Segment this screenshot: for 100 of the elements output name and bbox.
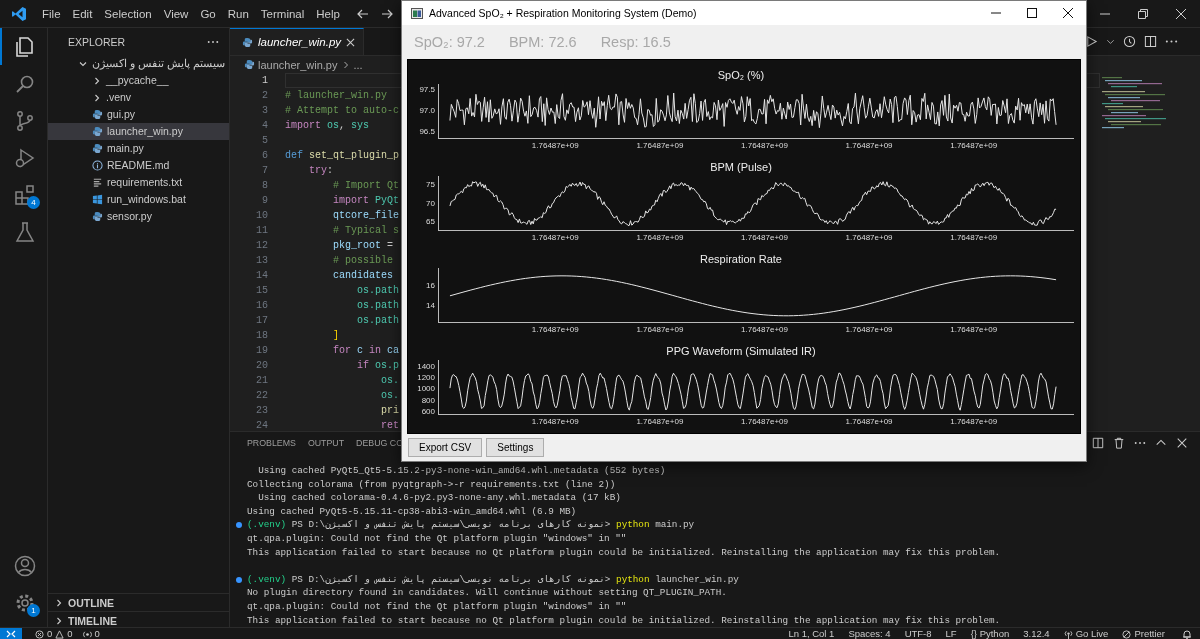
- status-item[interactable]: 3.12.4: [1018, 628, 1055, 639]
- terminal-line: No plugin directory found in candidates. Will continue without setting QT_PLUGIN_PATH.: [247, 586, 728, 600]
- problems-status[interactable]: 0 0: [30, 628, 78, 639]
- text-lines-icon: [92, 177, 103, 188]
- y-tick-label: 70: [426, 198, 435, 209]
- explorer-entry[interactable]: README.md: [48, 157, 229, 174]
- folder-item[interactable]: سیستم پایش تنفس و اکسیژن: [48, 55, 229, 72]
- code-line: pkg_root =: [332, 239, 394, 253]
- menu-item[interactable]: Help: [310, 4, 346, 23]
- x-tick-label: 1.76487e+09: [950, 232, 998, 244]
- split-editor-icon[interactable]: [1144, 35, 1157, 48]
- code-line: os.path: [356, 314, 400, 328]
- restore-icon[interactable]: [1138, 8, 1148, 19]
- status-item[interactable]: Spaces: 4: [843, 628, 896, 639]
- ports-status[interactable]: 0: [77, 628, 105, 639]
- close-icon[interactable]: [1063, 8, 1073, 18]
- antenna-icon: [82, 629, 92, 639]
- more-icon[interactable]: [207, 39, 219, 44]
- line-number: 23: [255, 405, 268, 416]
- menu-item[interactable]: File: [36, 4, 67, 23]
- account-icon[interactable]: [12, 553, 37, 578]
- code-line: os.: [380, 389, 400, 403]
- folder-item[interactable]: __pycache__: [48, 72, 229, 89]
- x-tick-label: 1.76487e+09: [845, 324, 893, 336]
- python-file-icon: [92, 109, 103, 120]
- x-tick-label: 1.76487e+09: [531, 140, 579, 152]
- bell-icon[interactable]: [1182, 629, 1192, 639]
- status-item[interactable]: LF: [940, 628, 962, 639]
- line-number: 24: [255, 420, 268, 431]
- line-number: 21: [255, 375, 268, 386]
- line-number: 6: [261, 150, 268, 161]
- line-number: 16: [255, 300, 268, 311]
- plot-title: SpO₂ (%): [717, 69, 765, 81]
- extensions-icon[interactable]: [12, 182, 37, 207]
- panel-tab[interactable]: PROBLEMS: [247, 438, 296, 448]
- code-line: for c in ca: [332, 344, 400, 358]
- code-line: import PyQt: [332, 194, 400, 208]
- x-tick-label: 1.76487e+09: [636, 416, 684, 428]
- editor-tab[interactable]: launcher_win.py: [230, 28, 365, 55]
- trash-icon[interactable]: [1113, 437, 1125, 449]
- menu-item[interactable]: Edit: [66, 4, 99, 23]
- code-line: ]: [332, 329, 339, 343]
- x-tick-label: 1.76487e+09: [845, 416, 893, 428]
- panel-tab[interactable]: OUTPUT: [307, 438, 345, 448]
- menu-item[interactable]: Selection: [98, 4, 158, 23]
- terminal-line: This application failed to start because no Qt platform plugin could be initialized. Reinstalling the application may fix this problem.: [247, 613, 1002, 628]
- terminal-line: Collecting colorama (from pyqtgraph->-r requirements.txt (line 2)): [247, 477, 617, 492]
- menu-item[interactable]: View: [157, 4, 195, 23]
- code-line: if os.p: [356, 359, 400, 373]
- status-item[interactable]: {} Python: [965, 628, 1015, 639]
- y-tick-label: 1000: [417, 384, 435, 395]
- x-tick-label: 1.76487e+09: [531, 232, 579, 244]
- info-icon: [92, 160, 103, 171]
- line-number: 20: [255, 360, 268, 371]
- action-button[interactable]: Export CSV: [408, 438, 483, 457]
- y-tick-label: 16: [426, 280, 435, 291]
- explorer-entry[interactable]: run_windows.bat: [48, 191, 229, 208]
- app-logo-icon: [11, 5, 27, 22]
- error-icon: [35, 629, 44, 639]
- explorer-entry[interactable]: requirements.txt: [48, 174, 229, 191]
- y-tick-label: 97.5: [419, 84, 435, 95]
- menu-item[interactable]: Go: [194, 4, 222, 23]
- breadcrumb-item[interactable]: launcher_win.py: [258, 58, 338, 71]
- python-file-icon: [244, 59, 255, 70]
- prettier-button[interactable]: Prettier: [1117, 628, 1170, 639]
- warning-icon: [55, 629, 65, 639]
- remote-icon: [6, 630, 16, 638]
- section-header[interactable]: OUTLINE: [48, 593, 229, 611]
- vital-readout: Resp: 16.5: [600, 34, 671, 50]
- play-icon[interactable]: [1085, 35, 1098, 48]
- history-icon[interactable]: [1123, 35, 1136, 48]
- chevron-icon: [54, 597, 64, 608]
- line-number: 4: [261, 120, 268, 131]
- code-line: # Import Qt: [332, 179, 400, 193]
- remote-button[interactable]: [0, 628, 22, 639]
- explorer-entry[interactable]: sensor.py: [48, 208, 229, 225]
- x-tick-label: 1.76487e+09: [531, 324, 579, 336]
- x-tick-label: 1.76487e+09: [950, 140, 998, 152]
- action-button[interactable]: Settings: [486, 438, 545, 457]
- line-number: 10: [255, 210, 268, 221]
- menu-item[interactable]: Run: [221, 4, 255, 23]
- x-tick-label: 1.76487e+09: [741, 140, 788, 152]
- explorer-entry[interactable]: gui.py: [48, 106, 229, 123]
- folder-item[interactable]: .venv: [48, 89, 229, 106]
- go-live-button[interactable]: Go Live: [1058, 628, 1114, 639]
- line-number: 5: [261, 135, 268, 146]
- split-panel-icon[interactable]: [1092, 437, 1104, 449]
- code-line: # launcher_win.py: [285, 89, 388, 103]
- menu-item[interactable]: Terminal: [254, 4, 311, 23]
- python-file-icon: [92, 143, 103, 154]
- maximize-icon[interactable]: [1027, 8, 1037, 18]
- status-item[interactable]: Ln 1, Col 1: [783, 628, 840, 639]
- status-item[interactable]: UTF-8: [899, 628, 937, 639]
- vital-readout: BPM: 72.6: [508, 34, 577, 50]
- line-number: 8: [261, 180, 268, 191]
- explorer-entry[interactable]: launcher_win.py: [48, 123, 229, 140]
- explorer-entry[interactable]: main.py: [48, 140, 229, 157]
- breadcrumb-item[interactable]: ...: [353, 58, 363, 71]
- x-tick-label: 1.76487e+09: [741, 416, 788, 428]
- x-tick-label: 1.76487e+09: [845, 140, 893, 152]
